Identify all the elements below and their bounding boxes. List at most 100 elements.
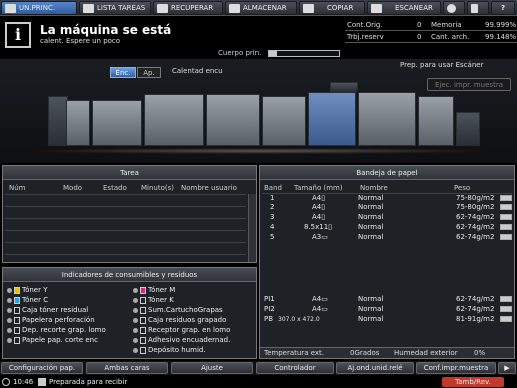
tray-name: Normal [358, 223, 384, 231]
counters-panel: Cont.Orig. 0 Memoria 99.999% Trbj.reserv… [345, 18, 517, 58]
status-dot-icon [133, 337, 138, 343]
tray-row[interactable]: 5 A3▭ Normal 62-74g/m2 [262, 233, 502, 242]
consumable-label: Tóner K [148, 296, 174, 304]
tray-band: PB [264, 315, 274, 323]
scroll-right-button[interactable]: ▶ [498, 362, 516, 374]
cant-arch-value: 99.148% [485, 33, 517, 41]
tray-weight: 62-74g/m2 [456, 233, 495, 241]
paper-setting-button[interactable]: Configuración pap. [1, 362, 83, 374]
tab-lista-tareas[interactable]: LISTA TAREAS [79, 1, 151, 15]
job-col-estado: Estado [103, 184, 127, 192]
consumable-label: Tóner M [148, 286, 176, 294]
globe-icon [447, 3, 456, 13]
volume-button[interactable] [467, 1, 489, 15]
tray-band: 5 [270, 233, 275, 241]
tab-almacenar[interactable]: ALMACENAR [225, 1, 297, 15]
consumable-label: Adhesivo encuadernad. [148, 336, 231, 344]
duplex-button[interactable]: Ambas caras [86, 362, 168, 374]
tab-un-princ[interactable]: UN.PRINC. [1, 1, 77, 15]
tray-band: PI2 [264, 305, 275, 313]
machine-unit [144, 94, 204, 146]
tray-band: 1 [270, 194, 275, 202]
job-scrollbar[interactable] [248, 194, 256, 262]
help-button[interactable]: ? [491, 1, 515, 15]
tray-row[interactable]: 3 A4▯ Normal 62-74g/m2 [262, 213, 502, 222]
tray-row[interactable]: PI2 A4▭ Normal 62-74g/m2 [262, 305, 502, 314]
tab-recuperar[interactable]: RECUPERAR [153, 1, 223, 15]
humidifier-icon [140, 346, 146, 354]
tray-size: A4▭ [312, 295, 328, 303]
status-dot-icon [7, 287, 12, 293]
machine-unit [358, 92, 416, 146]
relay-adjust-button[interactable]: Aj.ond.unid.relé [336, 362, 414, 374]
tray-row[interactable]: 1 A4▯ Normal 75-80g/m2 [262, 194, 502, 203]
consumable-label: Papele pap. corte enc [22, 336, 98, 344]
cont-orig-value: 0 [417, 21, 422, 29]
tray-row[interactable]: PB 307.0 x 472.0 Normal 81-91g/m2 [262, 315, 502, 324]
consumable-staple-cartridge: Sum.CartuchoGrapas [133, 306, 223, 314]
cont-orig-label: Cont.Orig. [347, 21, 383, 29]
help-label: ? [500, 4, 506, 12]
bottom-button-bar: Configuración pap. Ambas caras Ajuste Co… [0, 361, 517, 375]
consumable-humidifier: Depósito humid. [133, 346, 206, 354]
enc-button[interactable]: Enc. [110, 67, 136, 78]
tray-weight: 62-74g/m2 [456, 295, 495, 303]
tray-level-bar [500, 316, 512, 322]
tray-level-bar [500, 214, 512, 220]
staple-waste-icon [140, 316, 146, 324]
job-col-usuario: Nombre usuario [181, 184, 237, 192]
tray-name: Normal [358, 233, 384, 241]
printer-icon [5, 3, 16, 13]
waste-box-icon [14, 306, 20, 314]
speaker-icon [471, 3, 478, 13]
message-title: La máquina se está [40, 23, 172, 37]
counter-row-2: Trbj.reserv 0 Cant. arch. 99.148% [345, 32, 517, 43]
cuerpo-label: Cuerpo prin. [218, 49, 262, 57]
tray-size: A4▯ [312, 213, 326, 221]
controller-button[interactable]: Controlador [256, 362, 334, 374]
consumable-label: Depósito humid. [148, 346, 206, 354]
tray-row[interactable]: PI1 A4▭ Normal 62-74g/m2 [262, 295, 502, 304]
tray-level-bar [500, 306, 512, 312]
retrieve-icon [157, 3, 168, 13]
tray-weight: 62-74g/m2 [456, 213, 495, 221]
job-panel-title: Tarea [3, 166, 256, 180]
status-dot-icon [133, 347, 138, 353]
tray-name: Normal [358, 213, 384, 221]
adjust-button[interactable]: Ajuste [171, 362, 253, 374]
tray-level-bar [500, 224, 512, 230]
consumable-label: Dep. recorte grap. lomo [22, 326, 106, 334]
ap-button[interactable]: Ap. [137, 67, 161, 78]
sample-print-setting-button[interactable]: Conf.impr.muestra [416, 362, 496, 374]
consumable-label: Receptor grap. en lomo [148, 326, 231, 334]
tab-label: ALMACENAR [243, 4, 287, 12]
machine-unit [308, 92, 356, 146]
status-badge[interactable]: Tamb/Rev. [442, 377, 504, 387]
tab-label: RECUPERAR [171, 4, 214, 12]
tray-weight: 81-91g/m2 [456, 315, 495, 323]
globe-button[interactable] [443, 1, 465, 15]
status-dot-icon [7, 307, 12, 313]
tray-band: 3 [270, 213, 275, 221]
consumable-label: Caja tóner residual [22, 306, 89, 314]
consumables-title: Indicadores de consumibles y residuos [3, 268, 256, 282]
row-divider [5, 242, 246, 243]
tab-copiar[interactable]: COPIAR [299, 1, 365, 15]
info-icon: i [5, 22, 31, 48]
scanner-ready-text: Prep. para usar Escáner [400, 61, 484, 69]
sample-print-button[interactable]: Ejec. impr. muestra [427, 78, 511, 91]
tray-row[interactable]: 2 A4▯ Normal 75-80g/m2 [262, 203, 502, 212]
consumable-label: Caja residuos grapado [148, 316, 227, 324]
toner-icon [140, 286, 146, 294]
tray-name: Normal [358, 305, 384, 313]
tray-band: 4 [270, 223, 275, 231]
temp-label: Temperatura ext. [264, 349, 324, 357]
counter-row-1: Cont.Orig. 0 Memoria 99.999% [345, 20, 517, 31]
consumable-trim: Dep. recorte grap. lomo [7, 326, 106, 334]
tab-escanear[interactable]: ESCANEAR [367, 1, 441, 15]
consumable-spine-staple: Receptor grap. en lomo [133, 326, 230, 334]
trim-icon [14, 326, 20, 334]
tray-row[interactable]: 4 8.5x11▯ Normal 62-74g/m2 [262, 223, 502, 232]
staple-icon [140, 306, 146, 314]
tab-label: LISTA TAREAS [97, 4, 146, 12]
